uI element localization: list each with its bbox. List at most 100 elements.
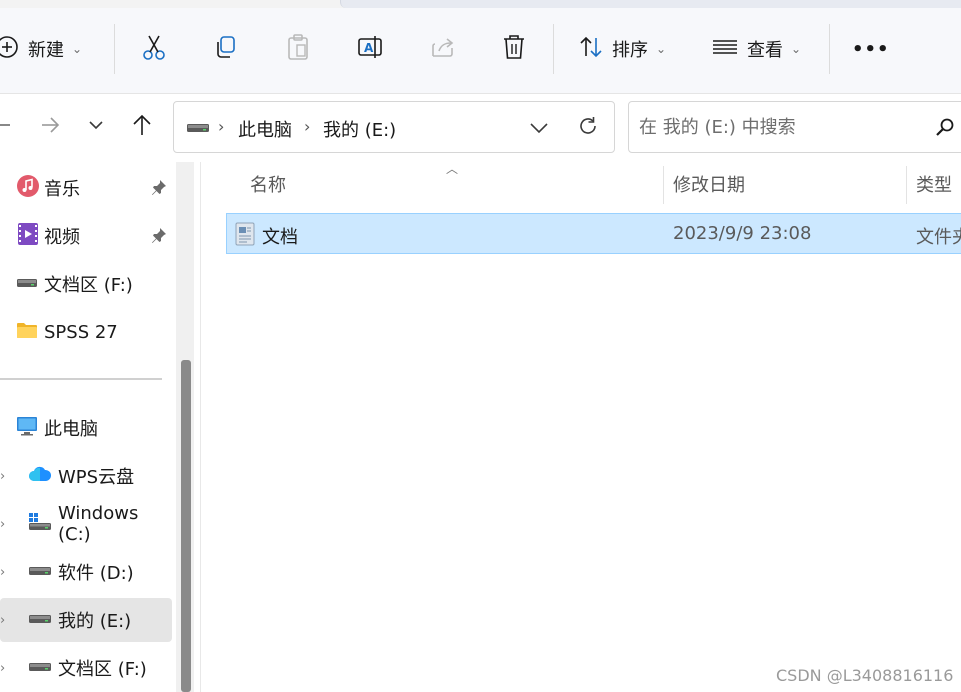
nav-item-label: 音乐 [44,179,80,200]
nav-item-label: 文档区 (F:) [44,275,133,296]
nav-item-windows-c[interactable]: › Windows (C:) [0,502,172,546]
arrow-right-icon [39,114,61,140]
copy-button[interactable] [213,8,239,90]
toolbar-divider [114,24,115,74]
paste-button[interactable] [285,8,311,90]
pin-icon[interactable] [150,226,168,248]
nav-item-label: 文档区 (F:) [58,659,147,680]
forward-button[interactable] [35,108,65,146]
nav-item-videos[interactable]: 视频 [0,214,172,258]
drive-icon [28,611,52,630]
plus-circle-icon [0,34,20,64]
file-type: 文件夹 [916,227,961,248]
nav-divider [0,378,162,380]
column-header-modified[interactable]: 修改日期 [673,162,745,206]
chevron-down-icon: ⌄ [656,42,667,56]
sort-button-label: 排序 [612,40,648,61]
toolbar-divider [829,24,830,74]
sort-ascending-icon: ︿ [446,162,459,176]
folder-icon [16,321,38,343]
new-button[interactable]: 新建 ⌄ [0,8,82,90]
rename-button[interactable]: A [357,8,385,90]
delete-button[interactable] [501,8,527,90]
chevron-down-icon [528,123,550,142]
up-button[interactable] [127,108,157,146]
search-input[interactable] [639,114,919,140]
breadcrumb-current-drive[interactable]: 我的 (E:) [323,116,396,142]
arrow-left-icon [0,114,12,140]
nav-item-wps-cloud[interactable]: › WPS云盘 [0,454,172,498]
nav-item-label: SPSS 27 [44,321,118,343]
file-modified-date: 2023/9/9 23:08 [673,223,812,244]
music-icon [16,174,40,202]
rename-icon: A [357,34,385,64]
windows-drive-icon [28,512,52,536]
column-header-name[interactable]: 名称 [250,162,286,206]
chevron-right-icon[interactable]: › [0,517,5,532]
navigation-pane: 音乐 视频 文档区 (F:) SPSS 27 此电脑 › WPS云盘 › Win… [0,162,200,692]
search-box[interactable] [628,101,961,153]
nav-item-music[interactable]: 音乐 [0,166,172,210]
nav-item-label: Windows (C:) [58,503,139,545]
nav-item-label: 软件 (D:) [58,563,134,584]
view-button[interactable]: 查看 ⌄ [711,8,801,90]
nav-item-label: 我的 (E:) [58,611,132,632]
chevron-down-icon: ⌄ [72,42,83,56]
drive-icon [16,275,38,294]
chevron-down-icon [87,116,105,138]
column-header-type[interactable]: 类型 [916,162,952,206]
chevron-down-icon: ⌄ [791,42,802,56]
nav-item-this-pc[interactable]: 此电脑 [0,406,172,450]
nav-item-label: WPS云盘 [58,467,135,488]
column-divider[interactable] [663,166,664,204]
scissors-icon [141,33,167,65]
pane-divider[interactable] [200,162,201,692]
svg-text:A: A [364,41,374,55]
command-bar: 新建 ⌄ A 排序 ⌄ 查看 ⌄ ••• [0,8,961,94]
watermark: CSDN @L3408816116 [776,666,954,685]
view-list-icon [711,34,739,64]
pin-icon[interactable] [150,178,168,200]
file-row[interactable]: 文档 2023/9/9 23:08 文件夹 [226,213,961,254]
breadcrumb-separator: › [218,117,225,136]
video-icon [16,222,40,250]
trash-icon [501,33,527,65]
column-divider[interactable] [906,166,907,204]
address-history-dropdown[interactable] [528,116,550,142]
nav-item-software-d[interactable]: › 软件 (D:) [0,550,172,594]
new-button-label: 新建 [28,40,64,61]
recent-locations-button[interactable] [81,108,111,146]
nav-item-spss-27[interactable]: SPSS 27 [0,310,172,354]
chevron-right-icon[interactable]: › [0,469,5,484]
more-dots-icon: ••• [852,38,890,60]
drive-icon [186,120,210,139]
sort-button[interactable]: 排序 ⌄ [578,8,666,90]
breadcrumb-separator: › [304,117,311,136]
drive-icon [28,659,52,678]
refresh-icon [576,117,600,142]
address-bar[interactable]: › 此电脑 › 我的 (E:) [173,101,615,153]
nav-item-label: 视频 [44,227,80,248]
chevron-right-icon[interactable]: › [0,661,5,676]
document-folder-icon [235,222,255,250]
nav-item-docs-f[interactable]: › 文档区 (F:) [0,646,172,690]
computer-icon [16,415,38,441]
nav-item-my-e[interactable]: › 我的 (E:) [0,598,172,642]
breadcrumb-this-pc[interactable]: 此电脑 [238,116,292,142]
copy-icon [213,34,239,64]
active-tab[interactable] [340,0,961,8]
cut-button[interactable] [141,8,167,90]
drive-icon [28,563,52,582]
share-button[interactable] [429,8,457,90]
more-options-button[interactable]: ••• [852,8,890,90]
clipboard-icon [285,33,311,65]
nav-item-docs-drive-f[interactable]: 文档区 (F:) [0,262,172,306]
cloud-icon [28,465,52,487]
arrow-up-icon [131,113,153,141]
nav-scrollbar-thumb[interactable] [181,360,191,692]
refresh-button[interactable] [576,114,600,142]
chevron-right-icon[interactable]: › [0,613,5,628]
back-button[interactable] [0,108,16,146]
nav-item-label: 此电脑 [44,419,98,440]
chevron-right-icon[interactable]: › [0,565,5,580]
